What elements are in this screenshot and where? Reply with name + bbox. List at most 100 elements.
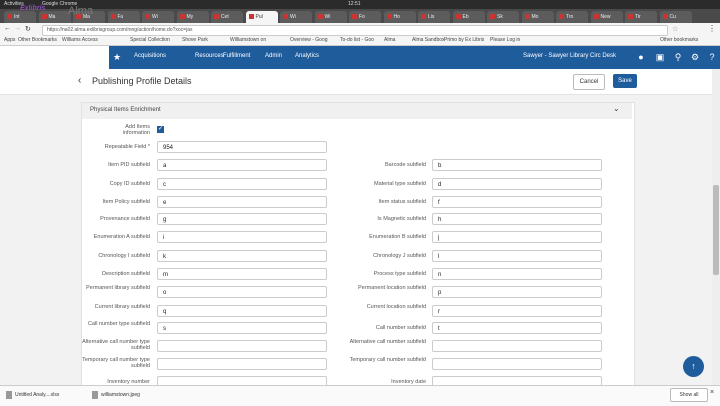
bookmark-star-icon[interactable]: ☆ <box>672 25 678 33</box>
reload-icon[interactable]: ↻ <box>25 25 31 33</box>
field-input[interactable]: b <box>432 159 602 171</box>
bookmark-item[interactable]: Please Log in <box>490 37 520 43</box>
repeatable-field-input[interactable]: 954 <box>157 141 327 153</box>
bookmark-item[interactable]: Special Collection <box>130 37 170 43</box>
browser-tab[interactable]: Lis <box>418 11 450 23</box>
field-input[interactable]: n <box>432 268 602 280</box>
browser-tab[interactable]: Cu <box>659 11 692 23</box>
field-input[interactable]: r <box>432 305 602 317</box>
browser-tab[interactable]: Fu <box>107 11 140 23</box>
field-input[interactable] <box>157 358 327 370</box>
field-label: Is Magnetic subfield <box>377 216 426 222</box>
browser-tab[interactable]: Ho <box>383 11 416 23</box>
bookmark-item[interactable]: To-do list - Goo <box>340 37 374 43</box>
scroll-top-button[interactable]: ↑ <box>683 356 704 377</box>
field-input[interactable] <box>432 340 602 352</box>
field-input[interactable]: p <box>432 286 602 298</box>
nav-fulfillment[interactable]: Fulfillment <box>223 53 250 59</box>
browser-tab[interactable]: Wi <box>280 11 312 23</box>
help-icon[interactable]: ? <box>706 51 718 63</box>
chevron-down-icon[interactable]: ⌄ <box>613 104 620 113</box>
browser-tab[interactable]: Tro <box>556 11 588 23</box>
browser-tab[interactable]: Wi <box>314 11 347 23</box>
save-button[interactable]: Save <box>613 74 637 88</box>
user-icon[interactable]: ● <box>635 51 647 63</box>
bookmark-item[interactable]: Other Bookmarks <box>18 37 57 43</box>
add-items-checkbox[interactable]: ✓ <box>157 126 164 133</box>
gear-icon[interactable]: ⚙ <box>689 51 701 63</box>
field-input[interactable]: e <box>157 196 327 208</box>
nav-analytics[interactable]: Analytics <box>295 53 319 59</box>
field-input[interactable]: c <box>157 178 327 190</box>
browser-tab[interactable]: Mo <box>521 11 554 23</box>
nav-resources[interactable]: Resources <box>195 53 224 59</box>
field-input[interactable]: i <box>157 231 327 243</box>
back-chevron-icon[interactable]: ‹ <box>78 75 81 86</box>
exlibris-logo[interactable]: Exlibris <box>20 5 45 12</box>
section-header[interactable] <box>82 103 632 119</box>
bookmark-item[interactable]: Shove Park <box>182 37 208 43</box>
browser-tab[interactable]: New <box>590 11 623 23</box>
alma-logo[interactable]: Alma <box>68 5 93 17</box>
field-label: Enumeration B subfield <box>369 234 426 240</box>
browser-tab[interactable]: Ma <box>38 11 71 23</box>
field-input[interactable]: q <box>157 305 327 317</box>
browser-tab[interactable]: Pul <box>245 11 278 23</box>
scrollbar-thumb[interactable] <box>713 185 719 275</box>
nav-acquisitions[interactable]: Acquisitions <box>134 53 166 59</box>
field-input[interactable]: t <box>432 322 602 334</box>
field-input[interactable]: k <box>157 250 327 262</box>
downloads-bar: Untitled Analy....xlsx williamstown.jpeg <box>0 385 720 406</box>
field-input[interactable]: h <box>432 213 602 225</box>
close-icon[interactable]: × <box>710 389 714 396</box>
field-label: Chronology I subfield <box>98 253 150 259</box>
field-input[interactable]: o <box>157 286 327 298</box>
field-input[interactable]: m <box>157 268 327 280</box>
bookmark-item[interactable]: Apps <box>4 37 15 43</box>
browser-tab[interactable]: Eb <box>452 11 485 23</box>
star-favorites-icon[interactable]: ★ <box>111 51 123 63</box>
bookmarks-bar: Apps Other Bookmarks Williams Access Specia… <box>0 36 720 46</box>
menu-icon[interactable]: ⋮ <box>708 24 716 33</box>
browser-tab[interactable]: Tir <box>625 11 657 23</box>
bookmark-item[interactable]: Williams Access <box>62 37 98 43</box>
field-input[interactable]: l <box>432 250 602 262</box>
tasks-icon[interactable]: ▣ <box>654 51 666 63</box>
download-item[interactable]: williamstown.jpeg <box>92 389 140 402</box>
field-input[interactable]: f <box>432 196 602 208</box>
field-input[interactable] <box>157 340 327 352</box>
back-arrow-icon[interactable]: ← <box>4 25 11 32</box>
field-label: Permanent location subfield <box>358 285 426 291</box>
field-input[interactable]: j <box>432 231 602 243</box>
os-top-bar: Activities Google Chrome 12:51 <box>0 0 720 9</box>
field-input[interactable]: s <box>157 322 327 334</box>
field-input[interactable]: a <box>157 159 327 171</box>
bookmark-item[interactable]: Other bookmarks <box>660 37 698 43</box>
browser-tab[interactable]: Wi <box>142 11 174 23</box>
field-input[interactable]: g <box>157 213 327 225</box>
cancel-button[interactable]: Cancel <box>573 74 605 90</box>
search-icon[interactable]: ⚲ <box>672 51 684 63</box>
browser-tab[interactable]: Cet <box>211 11 243 23</box>
browser-tab[interactable]: Fo <box>349 11 381 23</box>
browser-tab[interactable]: Sk <box>487 11 519 23</box>
bookmark-item[interactable]: Williamstown on <box>230 37 266 43</box>
user-menu[interactable]: Sawyer - Sawyer Library Circ Desk <box>523 53 616 59</box>
field-label: Description subfield <box>102 271 150 277</box>
nav-admin[interactable]: Admin <box>265 53 282 59</box>
bookmark-item[interactable]: Alma <box>384 37 395 43</box>
bookmark-item[interactable]: Primo by Ex Libris <box>444 37 484 43</box>
bookmark-item[interactable]: Alma Sandbox <box>412 37 445 43</box>
field-label: Alternative call number subfield <box>349 339 426 345</box>
browser-tab[interactable]: Int <box>4 11 36 23</box>
bookmark-item[interactable]: Overview - Goog <box>290 37 328 43</box>
browser-tab[interactable]: My <box>176 11 209 23</box>
url-field[interactable]: https://na02.alma.exlibrisgroup.com/mng/… <box>42 25 668 36</box>
field-input[interactable]: d <box>432 178 602 190</box>
forward-arrow-icon[interactable]: → <box>14 25 21 32</box>
field-label: Alternative call number type subfield <box>82 339 150 351</box>
show-all-button[interactable]: Show all <box>670 388 708 402</box>
field-input[interactable] <box>432 358 602 370</box>
download-item[interactable]: Untitled Analy....xlsx <box>6 389 59 402</box>
field-label: Chronology J subfield <box>373 253 426 259</box>
